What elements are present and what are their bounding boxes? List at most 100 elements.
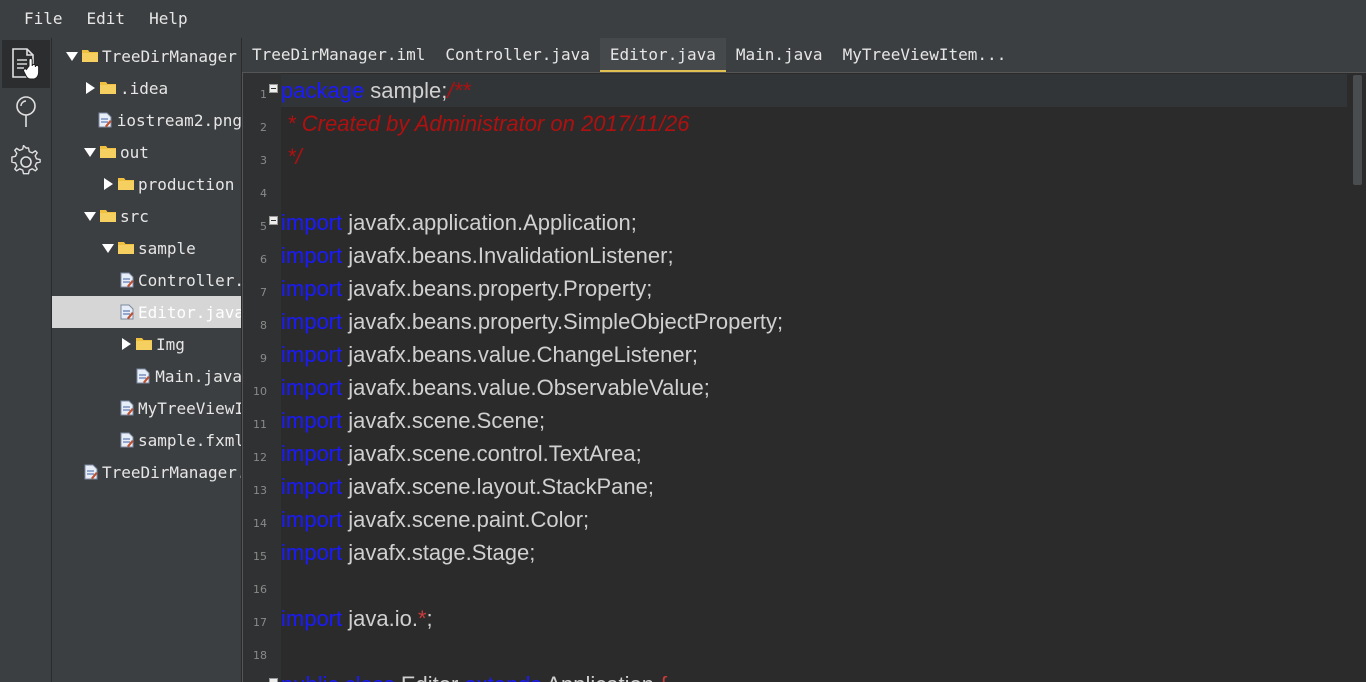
- tree-label: Main.java: [155, 366, 242, 386]
- expand-down-icon[interactable]: [64, 48, 80, 64]
- keyword-token: import: [281, 210, 343, 235]
- tree-label: TreeDirManager: [102, 46, 237, 66]
- code-line[interactable]: [281, 635, 1347, 668]
- tree-file[interactable]: sample.fxml: [52, 424, 242, 456]
- code-line[interactable]: import javafx.beans.InvalidationListener…: [281, 239, 1347, 272]
- line-number: 8: [260, 319, 267, 332]
- operator-token: *: [417, 606, 427, 631]
- keyword-token: package: [281, 78, 365, 103]
- code-token: javafx.scene.layout.StackPane;: [342, 474, 654, 499]
- folder-icon: [118, 176, 134, 192]
- tree-folder[interactable]: .idea: [52, 72, 241, 104]
- search-button[interactable]: [2, 88, 50, 136]
- fold-toggle-icon[interactable]: [269, 84, 278, 93]
- expand-down-icon[interactable]: [100, 240, 116, 256]
- comment-token: /**: [447, 78, 471, 103]
- tree-file[interactable]: Controller.java: [52, 264, 241, 296]
- menu-bar: File Edit Help: [0, 0, 1366, 38]
- code-line[interactable]: import javafx.beans.value.ObservableValu…: [281, 371, 1347, 404]
- editor-tab[interactable]: Main.java: [726, 38, 833, 72]
- menu-help[interactable]: Help: [137, 0, 200, 38]
- keyword-token: extends: [464, 672, 541, 682]
- line-number: 10: [253, 385, 267, 398]
- folder-icon: [136, 336, 152, 352]
- settings-button[interactable]: [2, 138, 50, 186]
- keyword-token: import: [281, 342, 343, 367]
- code-line[interactable]: import javafx.beans.property.SimpleObjec…: [281, 305, 1347, 338]
- vertical-scrollbar-thumb[interactable]: [1353, 75, 1362, 185]
- expand-down-icon[interactable]: [82, 144, 98, 160]
- activity-bar: [0, 38, 52, 682]
- line-number: 4: [260, 187, 267, 200]
- line-number: 7: [260, 286, 267, 299]
- code-line[interactable]: import javafx.scene.paint.Color;: [281, 503, 1347, 536]
- menu-edit[interactable]: Edit: [75, 0, 138, 38]
- code-line[interactable]: public class Editor extends Application …: [281, 668, 1347, 682]
- code-token: ;: [426, 606, 433, 631]
- keyword-token: import: [281, 441, 343, 466]
- file-icon: [136, 368, 152, 384]
- code-line[interactable]: import javafx.scene.layout.StackPane;: [281, 470, 1347, 503]
- tree-file[interactable]: iostream2.png: [52, 104, 242, 136]
- menu-file[interactable]: File: [12, 0, 75, 38]
- tree-label: sample.fxml: [138, 430, 242, 450]
- code-line[interactable]: import javafx.beans.property.Property;: [281, 272, 1347, 305]
- code-line[interactable]: import javafx.scene.Scene;: [281, 404, 1347, 437]
- folder-icon: [82, 48, 98, 64]
- code-line[interactable]: import java.io.*;: [281, 602, 1347, 635]
- expand-right-icon[interactable]: [82, 80, 98, 96]
- expand-right-icon[interactable]: [118, 336, 134, 352]
- line-number: 13: [253, 484, 267, 497]
- tree-folder[interactable]: sample: [52, 232, 241, 264]
- code-token: javafx.beans.value.ObservableValue;: [342, 375, 710, 400]
- code-line[interactable]: * Created by Administrator on 2017/11/26: [281, 107, 1347, 140]
- fold-toggle-icon[interactable]: [269, 678, 278, 682]
- search-icon: [16, 96, 36, 127]
- fold-toggle-icon[interactable]: [269, 216, 278, 225]
- file-icon: [120, 432, 134, 448]
- code-line[interactable]: import javafx.scene.control.TextArea;: [281, 437, 1347, 470]
- code-line[interactable]: package sample;/**: [281, 74, 1347, 107]
- tree-file[interactable]: MyTreeViewItem.java: [52, 392, 241, 424]
- tree-folder[interactable]: Img: [52, 328, 241, 360]
- editor-tab[interactable]: MyTreeViewItem...: [833, 38, 1017, 72]
- code-line[interactable]: [281, 173, 1347, 206]
- line-gutter: 1 2 3 4 5 6 7 8 9 10 11 12 13 14 15 16 17 18: [243, 73, 281, 682]
- tree-folder[interactable]: TreeDirManager: [52, 40, 241, 72]
- editor-tabs: TreeDirManager.iml Controller.java Editor.…: [242, 38, 1366, 72]
- tree-folder[interactable]: out: [52, 136, 241, 168]
- expand-down-icon[interactable]: [82, 208, 98, 224]
- keyword-token: import: [281, 408, 343, 433]
- tree-folder[interactable]: src: [52, 200, 241, 232]
- tree-file[interactable]: Main.java: [52, 360, 242, 392]
- line-number: 1: [260, 88, 267, 101]
- editor-tab[interactable]: Editor.java: [599, 38, 726, 72]
- line-number: 6: [260, 253, 267, 266]
- comment-token: * Created by Administrator on 2017/11/26: [281, 111, 690, 136]
- tree-folder[interactable]: production: [52, 168, 241, 200]
- code-editor[interactable]: 1 2 3 4 5 6 7 8 9 10 11 12 13 14 15 16 17 18 package samp…: [242, 72, 1366, 682]
- tree-file[interactable]: TreeDirManager.iml: [52, 456, 241, 488]
- tree-label: iostream2.png: [116, 110, 242, 130]
- editor-tab[interactable]: Controller.java: [435, 38, 600, 72]
- keyword-token: import: [281, 309, 343, 334]
- tree-file[interactable]: Editor.java: [52, 296, 241, 328]
- expand-right-icon[interactable]: [100, 176, 116, 192]
- line-number: 3: [260, 154, 267, 167]
- code-token: javafx.scene.paint.Color;: [342, 507, 590, 532]
- code-token: javafx.stage.Stage;: [342, 540, 536, 565]
- tree-label: sample: [138, 238, 196, 258]
- tree-label: .idea: [120, 78, 169, 98]
- folder-icon: [100, 208, 116, 224]
- file-icon: [120, 400, 134, 416]
- code-line[interactable]: */: [281, 140, 1347, 173]
- code-token: javafx.beans.property.Property;: [342, 276, 653, 301]
- explorer-button[interactable]: [2, 40, 50, 88]
- code-line[interactable]: import javafx.application.Application;: [281, 206, 1347, 239]
- code-line[interactable]: import javafx.beans.value.ChangeListener…: [281, 338, 1347, 371]
- editor-tab[interactable]: TreeDirManager.iml: [242, 38, 435, 72]
- code-line[interactable]: import javafx.stage.Stage;: [281, 536, 1347, 569]
- file-icon: [98, 112, 112, 128]
- code-line[interactable]: [281, 569, 1347, 602]
- folder-icon: [100, 80, 116, 96]
